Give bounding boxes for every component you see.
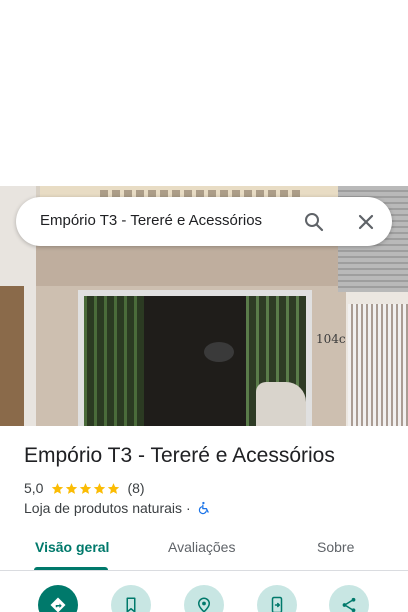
search-icon[interactable] [302, 210, 326, 234]
nearby-icon [197, 597, 211, 612]
bookmark-icon [126, 597, 136, 612]
star-icon [108, 482, 120, 494]
place-category: Loja de produtos naturais [24, 500, 182, 516]
rating-row[interactable]: 5,0 (8) [24, 480, 145, 496]
photo-address-number: 104c [316, 332, 346, 346]
photo-door-left-grille [84, 296, 144, 426]
directions-icon [50, 597, 66, 612]
separator-dot: · [186, 500, 191, 516]
tab-reviews[interactable]: Avaliações [168, 539, 235, 555]
photo-store-logo [204, 342, 234, 362]
wheelchair-icon [198, 501, 209, 515]
star-icon [66, 482, 78, 494]
review-count[interactable]: (8) [127, 480, 144, 496]
star-rating [51, 482, 121, 495]
send-to-phone-button[interactable] [257, 585, 297, 612]
blank-map-area [0, 0, 408, 186]
place-title: Empório T3 - Tereré e Acessórios [24, 444, 335, 467]
close-icon[interactable] [354, 210, 378, 234]
photo-decoration [256, 382, 306, 426]
photo-left-column [0, 286, 24, 426]
active-tab-indicator [34, 567, 108, 570]
star-icon [94, 482, 106, 494]
share-button[interactable] [329, 585, 369, 612]
star-icon [80, 482, 92, 494]
rating-value: 5,0 [24, 480, 44, 496]
search-query-text[interactable]: Empório T3 - Tereré e Acessórios [40, 212, 262, 229]
tab-about[interactable]: Sobre [317, 539, 354, 555]
photo-right-gate [348, 304, 408, 426]
share-icon [342, 597, 356, 612]
star-icon [52, 482, 64, 494]
save-button[interactable] [111, 585, 151, 612]
tab-bar: Visão geral Avaliações Sobre [0, 528, 408, 571]
nearby-button[interactable] [184, 585, 224, 612]
search-bar[interactable]: Empório T3 - Tereré e Acessórios [16, 197, 392, 246]
tab-overview[interactable]: Visão geral [35, 539, 109, 555]
directions-button[interactable] [38, 585, 78, 612]
category-row: Loja de produtos naturais · [24, 500, 211, 516]
send-to-phone-icon [271, 596, 283, 612]
